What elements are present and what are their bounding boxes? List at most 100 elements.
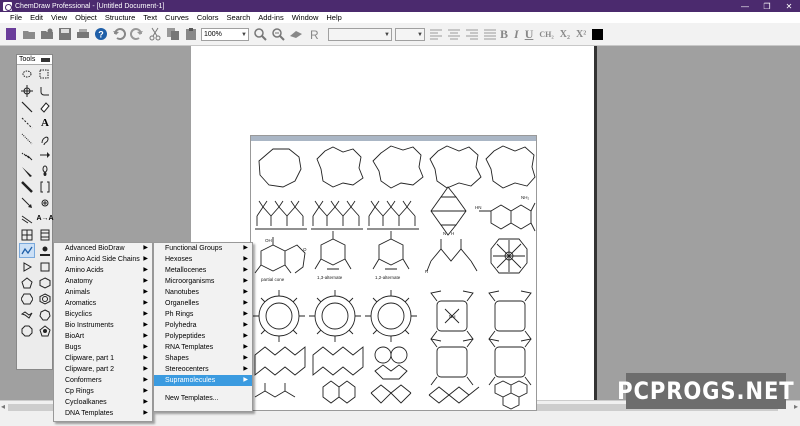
submenu-item[interactable]: Organelles ▶ [154,298,252,309]
save-icon[interactable] [57,27,72,42]
cyclophane-1[interactable] [254,346,306,376]
cyclodextrin-1[interactable] [253,290,305,342]
arrow-tool-icon[interactable] [37,147,53,162]
menu-edit[interactable]: Edit [26,13,47,22]
chain-tool-icon[interactable] [19,211,35,226]
helicate[interactable] [428,386,480,404]
formula-button[interactable]: CH₂ [539,30,553,39]
open-folder-icon[interactable] [21,27,36,42]
orbital-tool-icon[interactable] [37,163,53,178]
menu-help[interactable]: Help [322,13,345,22]
rotate-icon[interactable]: R [306,27,321,42]
submenu-item[interactable]: Polyhedra ▶ [154,320,252,331]
superscript-button[interactable]: X² [576,29,586,40]
submenu-item[interactable]: Ph Rings ▶ [154,309,252,320]
menu-file[interactable]: File [6,13,26,22]
crown-ether-4[interactable] [429,145,482,189]
minimize-button[interactable]: — [734,0,756,12]
text-tool-icon[interactable]: A [37,115,53,130]
calixarene-partial-cone[interactable] [254,237,306,274]
calixarene-1-3-alternate[interactable] [314,231,352,270]
crown-ether-2[interactable] [316,146,364,188]
menu-view[interactable]: View [47,13,71,22]
menu-object[interactable]: Object [71,13,101,22]
play-icon[interactable] [19,259,35,274]
redo-icon[interactable] [129,27,144,42]
menu-curves[interactable]: Curves [161,13,193,22]
supramolecules-template-grid[interactable]: partial cone 1,3-alternate 1,2-alternate… [251,141,536,410]
submenu-item[interactable]: Nanotubes ▶ [154,287,252,298]
hashed-wedge-icon[interactable] [19,147,35,162]
crown-ether-1[interactable] [258,148,302,188]
bold-button[interactable]: B [500,27,508,42]
menu-item[interactable]: Aromatics ▶ [54,298,152,309]
menu-item[interactable]: Cp Rings ▶ [54,386,152,397]
tools-palette-header[interactable]: Tools [17,55,52,65]
submenu-item[interactable]: RNA Templates ▶ [154,342,252,353]
cyclopentadiene-icon[interactable] [37,323,53,338]
eraser-icon[interactable] [37,99,53,114]
menu-item[interactable]: Clipware, part 2 ▶ [54,364,152,375]
copy-icon[interactable] [165,27,180,42]
crown-ether-3[interactable] [372,145,424,189]
benzene-ring-icon[interactable] [37,291,53,306]
table-tool-icon[interactable] [19,227,35,242]
nanographene[interactable] [494,380,528,410]
cyclophane-2[interactable] [312,346,364,376]
submenu-item[interactable]: Shapes ▶ [154,353,252,364]
menu-item[interactable]: DNA Templates ▶ [54,408,152,419]
justify-icon[interactable] [482,27,497,42]
new-document-icon[interactable] [3,27,18,42]
chair-conformer-icon[interactable] [19,307,35,322]
acs-document-icon[interactable] [37,243,53,258]
porphyrin-2[interactable] [488,290,532,342]
solid-bond-icon[interactable] [19,99,35,114]
lasso-icon[interactable] [19,67,35,82]
menu-add-ins[interactable]: Add-ins [254,13,287,22]
cut-icon[interactable] [147,27,162,42]
font-select[interactable]: ▼ [328,27,392,41]
open-recent-icon[interactable] [39,27,54,42]
menu-item[interactable]: Animals ▶ [54,287,152,298]
pentagon-ring-icon[interactable] [19,275,35,290]
polycyclic-cage[interactable] [370,384,412,404]
templates-tool-icon[interactable] [19,243,35,258]
menu-item[interactable]: Advanced BioDraw ▶ [54,243,152,254]
menu-text[interactable]: Text [139,13,161,22]
tlc-plate-icon[interactable] [37,227,53,242]
new-templates-item[interactable]: New Templates... [154,393,252,404]
close-button[interactable]: ✕ [778,0,800,12]
chemical-symbol-icon[interactable] [37,195,53,210]
zoom-in-icon[interactable] [252,27,267,42]
cycloheptane-icon[interactable] [37,307,53,322]
maximize-button[interactable]: ❐ [756,0,778,12]
bracket-tool-icon[interactable] [37,179,53,194]
calixarene-3[interactable] [367,200,419,230]
font-size-select[interactable]: ▼ [395,27,425,41]
menu-item[interactable]: BioArt ▶ [54,331,152,342]
cryptand[interactable] [430,186,467,236]
calixarene-1-2-alternate[interactable] [372,231,410,270]
menu-item[interactable]: Anatomy ▶ [54,276,152,287]
menu-item[interactable]: Cycloalkanes ▶ [54,397,152,408]
underline-button[interactable]: U [525,27,534,42]
clean-structure-icon[interactable] [288,27,303,42]
italic-button[interactable]: I [514,27,519,42]
menu-window[interactable]: Window [288,13,323,22]
cyclooctane-icon[interactable] [19,323,35,338]
align-center-icon[interactable] [446,27,461,42]
porphyrin-3[interactable] [430,338,474,386]
text-color-swatch[interactable] [592,28,604,40]
menu-item[interactable]: Bugs ▶ [54,342,152,353]
paste-icon[interactable] [183,27,198,42]
zoom-out-icon[interactable] [270,27,285,42]
crown-bridge-structure[interactable] [426,239,478,272]
crown-ether-5[interactable] [485,145,536,189]
cyclodextrin-2[interactable] [309,290,361,342]
menu-item[interactable]: Clipware, part 1 ▶ [54,353,152,364]
mass-fragment-icon[interactable] [19,83,35,98]
marquee-icon[interactable] [37,67,53,82]
structure-perspective-icon[interactable] [37,83,53,98]
menu-structure[interactable]: Structure [101,13,139,22]
align-left-icon[interactable] [428,27,443,42]
